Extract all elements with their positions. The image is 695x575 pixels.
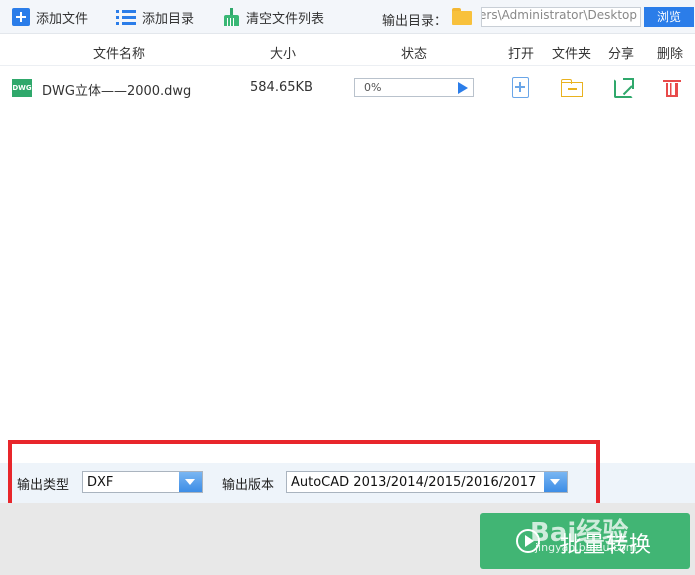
footer: 批量转换 — [0, 503, 695, 575]
broom-icon — [222, 8, 240, 26]
progress-bar: 0% — [354, 78, 474, 97]
open-folder-icon[interactable] — [561, 79, 583, 97]
header-size: 大小 — [270, 47, 297, 62]
conversion-settings: 输出类型 DXF 输出版本 AutoCAD 2013/2014/2015/201… — [0, 463, 695, 503]
share-icon[interactable] — [614, 78, 634, 98]
browse-button[interactable]: 浏览 — [644, 7, 694, 27]
delete-icon[interactable] — [663, 79, 681, 97]
play-circle-icon — [516, 529, 540, 553]
output-version-value: AutoCAD 2013/2014/2015/2016/2017 — [291, 475, 537, 490]
chevron-down-icon[interactable] — [179, 472, 202, 492]
clear-list-label: 清空文件列表 — [246, 11, 325, 27]
output-directory-field[interactable]: C:\Users\Administrator\Desktop — [481, 7, 641, 27]
chevron-down-icon[interactable] — [544, 472, 567, 492]
list-icon — [116, 9, 136, 25]
output-type-value: DXF — [87, 475, 114, 490]
header-delete: 删除 — [657, 47, 684, 62]
add-file-icon — [12, 8, 30, 26]
output-version-label: 输出版本 — [222, 478, 275, 493]
file-size: 584.65KB — [250, 80, 313, 95]
output-version-select[interactable]: AutoCAD 2013/2014/2015/2016/2017 — [286, 471, 568, 493]
add-file-label: 添加文件 — [36, 11, 89, 27]
batch-convert-label: 批量转换 — [560, 533, 653, 558]
progress-text: 0% — [364, 81, 382, 94]
header-open: 打开 — [508, 47, 535, 62]
add-file-button[interactable]: 添加文件 — [12, 6, 88, 28]
header-share: 分享 — [608, 47, 635, 62]
toolbar: 添加文件 添加目录 清空文件列表 输出目录： C:\Users\Administ… — [0, 0, 695, 34]
output-type-label: 输出类型 — [17, 478, 70, 493]
header-folder: 文件夹 — [552, 47, 592, 62]
play-icon[interactable] — [458, 82, 468, 94]
open-file-icon[interactable] — [512, 77, 529, 98]
file-name: DWG立体——2000.dwg — [42, 84, 192, 99]
folder-icon[interactable] — [452, 8, 472, 25]
clear-list-button[interactable]: 清空文件列表 — [222, 6, 324, 28]
header-file-name: 文件名称 — [93, 47, 146, 62]
table-row[interactable]: DWG DWG立体——2000.dwg 584.65KB 0% — [0, 68, 695, 108]
header-status: 状态 — [401, 47, 428, 62]
file-table-header: 文件名称 大小 状态 打开 文件夹 分享 删除 — [0, 34, 695, 66]
dwg-file-icon: DWG — [12, 79, 32, 97]
add-directory-label: 添加目录 — [142, 11, 195, 27]
add-directory-button[interactable]: 添加目录 — [116, 6, 194, 28]
output-directory-label: 输出目录： — [382, 14, 448, 29]
batch-convert-button[interactable]: 批量转换 — [480, 513, 690, 569]
output-type-select[interactable]: DXF — [82, 471, 203, 493]
